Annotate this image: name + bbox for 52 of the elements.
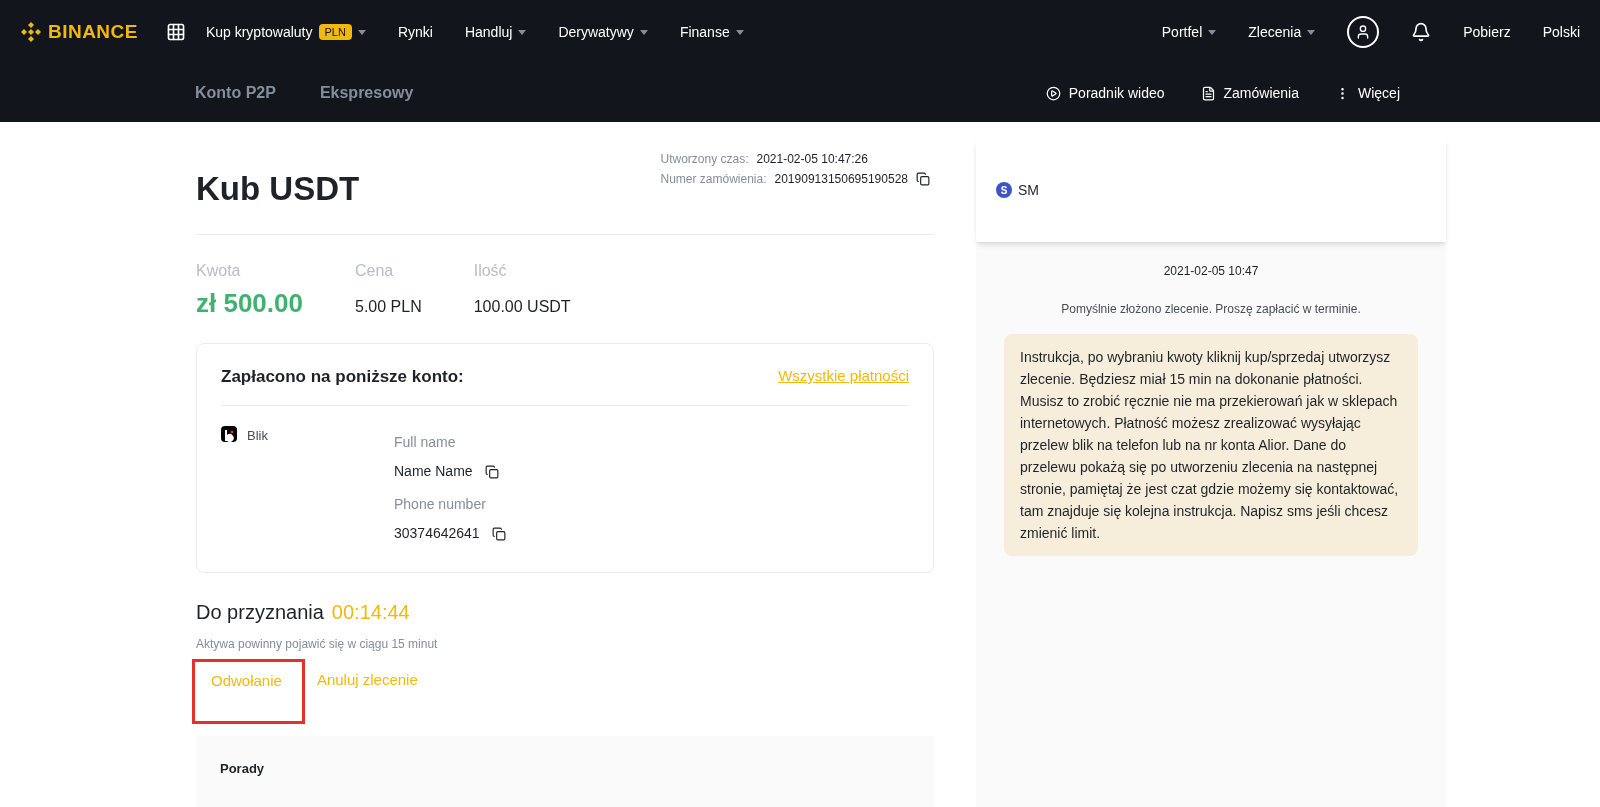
nav-link[interactable]: Polski bbox=[1542, 21, 1580, 43]
nav-menu-item[interactable]: Kup kryptowaluty PLN bbox=[205, 21, 366, 43]
toolbar-action[interactable]: Więcej bbox=[1335, 82, 1400, 104]
profile-icon[interactable] bbox=[1347, 16, 1380, 48]
blik-logo-icon bbox=[221, 426, 237, 442]
payment-method: Blik bbox=[247, 427, 268, 445]
stat-value: 5.00 PLN bbox=[355, 296, 422, 317]
tips-title: Porady bbox=[220, 760, 265, 776]
chat-message: Instrukcja, po wybraniu kwoty kliknij kup/sprzedaj utworzysz zlecenie. Będziesz miał 15 min na dokonanie płatności. Musisz to zrobić ręcznie nie ma przekierowań jak w sklepach internetowych. Płatność możesz zrealizować wysyłając przelew blik na telefon lub na nr konta Alior. Dane do przelewu pokażą się po utworzeniu zlecenia na następnej stronie, pamiętaj że jest czat gdzie możemy się kontaktować, tam znajduje się kolejna instrukcja. Napisz sms jeśli chcesz zmienić limit. bbox=[1004, 334, 1418, 556]
toolbar-action[interactable]: Zamówienia bbox=[1200, 82, 1299, 104]
copy-icon[interactable] bbox=[491, 526, 506, 541]
field-label: Full name bbox=[394, 433, 457, 452]
nav-link[interactable]: Pobierz bbox=[1463, 21, 1511, 43]
stat-label: Cena bbox=[355, 260, 395, 281]
copy-icon[interactable] bbox=[916, 172, 930, 186]
field-value: Name Name bbox=[394, 462, 473, 481]
payment-heading: Zapłacono na poniższe konto: bbox=[221, 365, 464, 388]
document-icon bbox=[1200, 85, 1216, 101]
nav-menu-item[interactable]: Zlecenia bbox=[1248, 21, 1316, 43]
countdown-timer: 00:14:44 bbox=[331, 600, 410, 625]
nav-menu-item[interactable]: Portfel bbox=[1161, 21, 1217, 43]
chat-user-name: SM bbox=[1018, 180, 1039, 200]
nav-menu-item[interactable]: Handluj bbox=[464, 21, 527, 43]
timer-label: Do przyznania bbox=[196, 600, 324, 625]
stat-label: Ilość bbox=[473, 260, 508, 281]
message-date: 2021-02-05 10:47 bbox=[1163, 263, 1259, 280]
toolbar-action[interactable]: Poradnik wideo bbox=[1045, 82, 1165, 104]
copy-icon[interactable] bbox=[484, 464, 499, 479]
page-tab[interactable]: Ekspresowy bbox=[319, 81, 414, 105]
diamond-logo-icon bbox=[20, 21, 42, 43]
timer-note: Aktywa powinny pojawić się w ciągu 15 minut bbox=[196, 636, 439, 653]
page-tab[interactable]: Konto P2P bbox=[195, 81, 276, 105]
apps-grid-icon[interactable] bbox=[165, 22, 186, 42]
meta-label: Utworzony czas: bbox=[660, 151, 749, 168]
notification-bell-icon[interactable] bbox=[1411, 22, 1432, 42]
play-icon bbox=[1045, 85, 1061, 101]
user-avatar: S bbox=[996, 182, 1012, 198]
nav-menu-item[interactable]: Rynki bbox=[397, 21, 433, 43]
field-label: Phone number bbox=[394, 495, 487, 514]
meta-value: 20190913150695190528 bbox=[774, 171, 908, 188]
meta-label: Numer zamówienia: bbox=[660, 171, 767, 188]
meta-value: 2021-02-05 10:47:26 bbox=[756, 151, 868, 168]
system-message: Pomyślnie złożono zlecenie. Proszę zapłacić w terminie. bbox=[1061, 301, 1361, 318]
nav-menu-item[interactable]: Finanse bbox=[679, 21, 744, 43]
nav-menu-item[interactable]: Derywatywy bbox=[558, 21, 648, 43]
order-title: Kub USDT bbox=[196, 169, 360, 209]
stat-label: Kwota bbox=[196, 260, 242, 281]
currency-badge: PLN bbox=[318, 23, 352, 41]
brand-logo[interactable]: BINANCE bbox=[48, 17, 138, 47]
stat-value: zł 500.00 bbox=[196, 286, 303, 319]
stat-value: 100.00 USDT bbox=[473, 296, 571, 317]
field-value: 30374642641 bbox=[394, 524, 480, 543]
